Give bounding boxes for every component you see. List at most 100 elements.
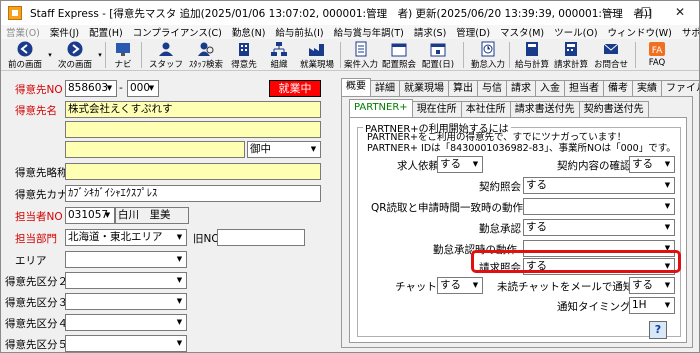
billing-inquiry-highlight — [471, 250, 681, 273]
menu-master[interactable]: マスタ(M) — [495, 25, 549, 39]
client-name-field-2[interactable] — [65, 121, 321, 138]
chevron-down-icon: ▼ — [104, 211, 111, 219]
prev-screen-button[interactable]: 前の画面 — [3, 39, 47, 71]
payroll-calc-button[interactable]: 給与計算 — [513, 39, 551, 71]
menu-window[interactable]: ウィンドウ(W) — [603, 25, 677, 39]
next-screen-button[interactable]: 次の画面 — [53, 39, 97, 71]
attendance-approval-select[interactable]: する ▼ — [523, 219, 675, 236]
client-name-field-1[interactable]: 株式会社えくすぷれす — [65, 101, 321, 118]
qr-match-select[interactable]: ▼ — [523, 198, 675, 215]
client-category-4-select[interactable]: ▼ — [65, 314, 187, 331]
toolbar-divider — [340, 42, 341, 68]
menu-attendance[interactable]: 勤怠(N) — [227, 25, 271, 39]
tab-notes[interactable]: 備考 — [603, 80, 633, 96]
help-button[interactable]: ? — [649, 321, 667, 339]
client-category-3-select[interactable]: ▼ — [65, 293, 187, 310]
calculator-icon — [526, 42, 538, 56]
chevron-down-icon: ▼ — [176, 233, 183, 241]
menu-tools[interactable]: ツール(O) — [549, 25, 602, 39]
tab-current-address[interactable]: 現在住所 — [411, 101, 462, 117]
client-no-select[interactable]: 858603 ▼ — [65, 80, 117, 97]
contract-inquiry-label: 契約照会 — [479, 181, 521, 193]
app-window: Staff Express - [得意先マスタ 追加(2025/01/06 13… — [0, 0, 700, 353]
minimize-button[interactable]: — — [595, 1, 629, 25]
area-select[interactable]: ▼ — [65, 251, 187, 268]
org-button[interactable]: 組織 — [263, 39, 295, 71]
menu-billing[interactable]: 請求(S) — [409, 25, 451, 39]
staff-button[interactable]: スタッフ — [148, 39, 184, 71]
arrow-left-icon — [17, 41, 33, 57]
tab-billing[interactable]: 請求 — [506, 80, 536, 96]
chat-select[interactable]: する ▼ — [437, 277, 483, 294]
close-button[interactable]: ✕ — [663, 1, 697, 25]
org-chart-icon — [271, 42, 287, 56]
next-dropdown-icon[interactable]: ▾ — [97, 39, 103, 71]
staff-search-button[interactable]: ｽﾀｯﾌ検索 — [186, 39, 226, 71]
contract-inquiry-select[interactable]: する ▼ — [523, 177, 675, 194]
menu-compliance[interactable]: コンプライアンス(C) — [128, 25, 227, 39]
invoice-calculator-icon — [565, 42, 577, 56]
menu-advance-pay[interactable]: 給与前払(I) — [270, 25, 328, 39]
tab-hq-address[interactable]: 本社住所 — [460, 101, 511, 117]
client-sub-no-select[interactable]: 000 ▼ — [127, 80, 159, 97]
maximize-button[interactable]: ☐ — [629, 1, 663, 25]
unread-chat-notify-select[interactable]: する ▼ — [629, 277, 675, 294]
tab-results[interactable]: 実績 — [632, 80, 662, 96]
honorific-select[interactable]: 御中 ▼ — [247, 141, 321, 158]
tab-site[interactable]: 就業現場 — [399, 80, 449, 96]
assign-confirm-button[interactable]: 配置照会 — [381, 39, 417, 71]
menu-support[interactable]: サポート(H) — [677, 25, 699, 39]
tab-files[interactable]: ファイル — [661, 80, 699, 96]
faq-button[interactable]: FA FAQ — [637, 39, 677, 71]
contract-confirm-select[interactable]: する ▼ — [629, 156, 675, 173]
notify-timing-label: 通知タイミング — [557, 301, 631, 313]
job-request-select[interactable]: する ▼ — [437, 156, 483, 173]
dept-select[interactable]: 北海道・東北エリア ▼ — [65, 229, 187, 246]
tab-contact[interactable]: 担当者 — [564, 80, 604, 96]
clock-card-icon — [481, 41, 495, 57]
unread-chat-notify-label: 未読チャットをメールで通知 — [497, 281, 634, 293]
tab-calc[interactable]: 算出 — [448, 80, 478, 96]
menu-admin[interactable]: 管理(D) — [451, 25, 495, 39]
short-name-field[interactable] — [65, 163, 321, 180]
job-input-button[interactable]: 案件入力 — [343, 39, 379, 71]
client-category-2-label: 得意先区分２ — [5, 276, 68, 288]
qr-match-label: QR読取と申請時間一致時の動作 — [371, 202, 524, 214]
tab-invoice-destination[interactable]: 請求書送付先 — [509, 101, 580, 117]
tab-credit[interactable]: 与信 — [477, 80, 507, 96]
menu-assign[interactable]: 配置(H) — [84, 25, 128, 39]
contract-confirm-label: 契約内容の確認 — [557, 160, 631, 172]
menu-job[interactable]: 案件(J) — [45, 25, 84, 39]
toolbar-divider — [141, 42, 142, 68]
old-no-field[interactable] — [217, 229, 305, 246]
navi-button[interactable]: ナビ — [109, 39, 137, 71]
attendance-input-button[interactable]: 勤怠入力 — [469, 39, 507, 71]
tab-payment[interactable]: 入金 — [535, 80, 565, 96]
chevron-down-icon: ▼ — [472, 160, 479, 168]
partner-note-line-1: PARTNER+をご利用の得意先で、すでにツナガっています！ — [367, 132, 627, 143]
assign-day-button[interactable]: 配置(日) — [419, 39, 457, 71]
dept-label: 担当部門 — [15, 233, 57, 245]
client-button[interactable]: 得意先 — [227, 39, 261, 71]
client-name-field-3[interactable] — [65, 141, 245, 158]
billing-calc-button[interactable]: 請求計算 — [552, 39, 590, 71]
chevron-down-icon: ▼ — [664, 301, 671, 309]
kana-field[interactable]: ｶﾌﾞｼｷｶﾞｲｼｬｴｸｽﾌﾟﾚｽ — [65, 185, 321, 202]
tab-contract-destination[interactable]: 契約書送付先 — [578, 101, 649, 117]
contact-button[interactable]: お問合せ — [591, 39, 631, 71]
rep-name-field: 白川 里美 — [115, 207, 189, 224]
tab-detail[interactable]: 詳細 — [370, 80, 400, 96]
building-icon — [239, 43, 249, 56]
menu-sales[interactable]: 営業(O) — [1, 25, 45, 39]
site-button[interactable]: 就業現場 — [297, 39, 337, 71]
chevron-down-icon: ▼ — [106, 84, 113, 92]
tab-overview[interactable]: 概要 — [341, 78, 371, 96]
tab-partner-plus[interactable]: PARTNER+ — [349, 99, 413, 117]
notify-timing-select[interactable]: 1H ▼ — [629, 297, 675, 314]
menu-payroll[interactable]: 給与賞与年調(T) — [329, 25, 409, 39]
app-icon — [8, 6, 22, 20]
client-category-5-select[interactable]: ▼ — [65, 335, 187, 352]
rep-no-select[interactable]: 031057 ▼ — [65, 207, 115, 224]
client-category-4-label: 得意先区分４ — [5, 318, 68, 330]
client-category-2-select[interactable]: ▼ — [65, 272, 187, 289]
